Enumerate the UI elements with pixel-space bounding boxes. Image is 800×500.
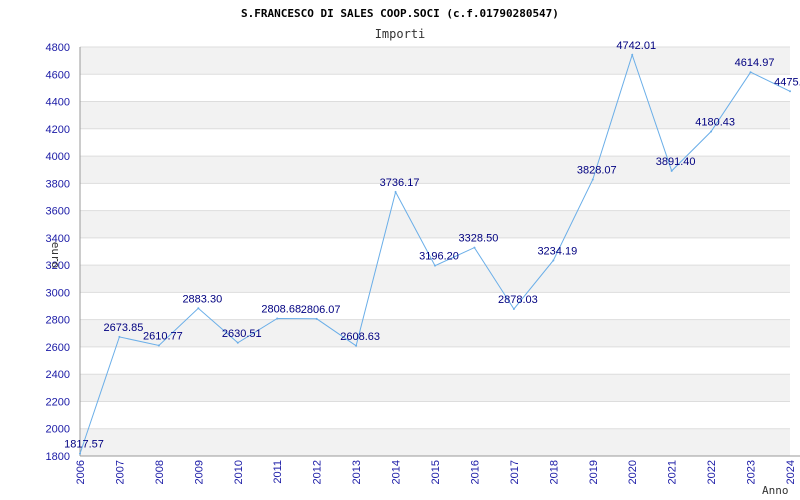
data-point [473,246,476,249]
chart-subtitle: Importi [375,27,426,41]
y-tick-label: 2200 [46,396,70,408]
grid-band [80,47,790,75]
data-label: 2806.07 [301,304,341,316]
x-tick-label: 2014 [391,460,403,484]
data-label: 3891.40 [656,156,696,168]
x-tick-label: 2010 [233,460,245,484]
x-tick-label: 2015 [430,460,442,484]
y-tick-label: 3600 [46,206,70,218]
x-tick-label: 2013 [351,460,363,484]
grid-band [80,428,790,456]
data-label: 4180.43 [695,116,735,128]
grid-band [80,210,790,238]
x-tick-label: 2016 [469,460,481,484]
data-label: 2808.68 [261,303,301,315]
data-label: 2610.77 [143,330,183,342]
grid-band [80,374,790,402]
data-point [236,341,239,344]
data-label: 2878.03 [498,294,538,306]
chart-root: 1800 2000 2200 2400 2600 2800 3000 3200 3400 3600… [0,0,800,500]
y-tick-label: 2600 [46,342,70,354]
data-label: 2673.85 [104,322,144,334]
x-tick-label: 2021 [667,460,679,484]
x-tick-label: 2018 [548,460,560,484]
data-point [79,452,81,455]
y-tick-label: 2000 [46,424,70,436]
grid-band [80,101,790,129]
data-label: 1817.57 [64,439,104,451]
data-point [276,317,279,320]
data-point [355,344,358,347]
data-label: 3736.17 [380,177,420,189]
y-tick-label: 4800 [46,42,70,54]
y-tick-label: 4200 [46,124,70,136]
y-axis-label: euro [49,242,62,269]
data-label: 2630.51 [222,328,262,340]
x-tick-label: 2024 [785,460,797,484]
x-tick-label: 2009 [193,460,205,484]
data-point [670,169,673,172]
line-chart: 1800200022002400260028003000320034003600… [46,7,800,497]
data-label: 3828.07 [577,165,617,177]
x-tick-label: 2006 [75,460,87,484]
x-tick-label: 2011 [272,460,284,484]
data-label: 3328.50 [459,233,499,245]
y-tick-label: 2400 [46,369,70,381]
y-tick-label: 3800 [46,178,70,190]
data-label: 4742.01 [616,40,656,52]
y-tick-label: 1800 [46,451,70,463]
x-tick-label: 2023 [746,460,758,484]
data-point [197,307,200,310]
y-tick-label: 4400 [46,97,70,109]
data-point [394,191,397,194]
x-tick-label: 2007 [114,460,126,484]
x-tick-label: 2022 [706,460,718,484]
data-point [749,71,752,74]
data-point [512,308,515,311]
data-point [591,178,594,181]
data-label: 4614.97 [735,57,775,69]
x-tick-label: 2020 [627,460,639,484]
data-point [710,130,713,133]
data-point [552,259,555,262]
x-tick-label: 2017 [509,460,521,484]
data-point [434,264,436,267]
data-point [631,53,634,56]
data-label: 2883.30 [182,293,222,305]
data-point [118,335,121,338]
grid-band [80,319,790,347]
x-axis-label: Anno [762,484,789,497]
y-tick-label: 2800 [46,315,70,327]
data-point [789,90,791,93]
data-label: 3196.20 [419,251,459,263]
data-label: 4475.20 [774,76,800,88]
y-tick-label: 4600 [46,69,70,81]
x-tick-label: 2012 [312,460,324,484]
x-tick-label: 2008 [154,460,166,484]
y-tick-label: 4000 [46,151,70,163]
x-tick-label: 2019 [588,460,600,484]
data-point [157,344,160,347]
x-tick-labels: 2006 2007 2008 2009 2010 2011 2012 2013 2014 2015… [75,460,797,484]
data-label: 3234.19 [537,245,577,257]
chart-title: S.FRANCESCO DI SALES COOP.SOCI (c.f.0179… [241,7,559,20]
y-tick-label: 3000 [46,287,70,299]
data-label: 2608.63 [340,331,380,343]
data-point [315,317,318,320]
grid-band [80,265,790,293]
